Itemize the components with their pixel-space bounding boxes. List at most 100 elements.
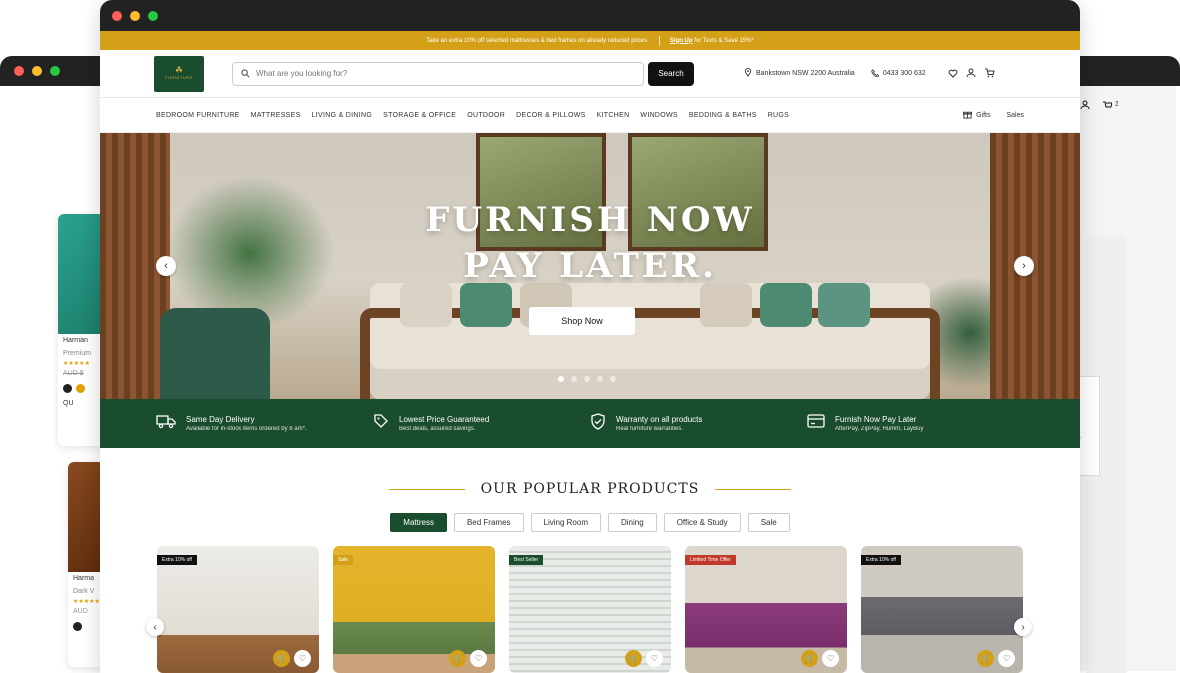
site-logo[interactable]: ☘ FURNITURE bbox=[154, 55, 204, 92]
chevron-left-icon: ‹ bbox=[164, 260, 168, 272]
add-to-cart-button[interactable]: 🛒 bbox=[625, 650, 642, 667]
filter-sale[interactable]: Sale bbox=[747, 513, 790, 532]
products-next-button[interactable]: › bbox=[1014, 618, 1032, 636]
nav-item-rugs[interactable]: RUGS bbox=[768, 112, 789, 119]
shop-now-button[interactable]: Shop Now bbox=[529, 307, 635, 335]
feature-title: Same Day Delivery bbox=[186, 415, 255, 424]
nav-item-mattresses[interactable]: MATTRESSES bbox=[251, 112, 301, 119]
nav-item-decor-pillows[interactable]: DECOR & PILLOWS bbox=[516, 112, 585, 119]
swatch-gold[interactable] bbox=[76, 384, 85, 393]
add-to-cart-button[interactable]: 🛒 bbox=[273, 650, 290, 667]
close-dot[interactable] bbox=[112, 10, 122, 21]
nav-item-kitchen[interactable]: KITCHEN bbox=[597, 112, 630, 119]
feature-lowest-price: Lowest Price Guaranteed Best deals, assu… bbox=[373, 413, 590, 434]
swatch-black[interactable] bbox=[63, 384, 72, 393]
add-to-cart-button[interactable]: 🛒 bbox=[449, 650, 466, 667]
wishlist-button[interactable]: ♡ bbox=[470, 650, 487, 667]
nav-sales[interactable]: Sales bbox=[1006, 112, 1024, 119]
location-text: Bankstown NSW 2200 Australia bbox=[756, 70, 855, 77]
maximize-dot[interactable] bbox=[148, 10, 158, 21]
ghost-product-card[interactable]: Harman Premium ★★★★★ AUD $ QU bbox=[58, 214, 104, 446]
user-icon[interactable] bbox=[966, 65, 976, 83]
ghost-product-card[interactable]: Harma Dark V ★★★★★ AUD bbox=[68, 462, 104, 667]
filter-bed-frames[interactable]: Bed Frames bbox=[453, 513, 524, 532]
nav-gifts[interactable]: Gifts bbox=[963, 110, 990, 121]
store-phone[interactable]: 0433 300 632 bbox=[871, 68, 926, 79]
store-location[interactable]: Bankstown NSW 2200 Australia bbox=[744, 68, 855, 79]
ghost-product-image bbox=[68, 462, 104, 572]
feature-title: Furnish Now Pay Later bbox=[835, 415, 917, 424]
hero-title-line-1: FURNISH NOW bbox=[425, 200, 755, 240]
hero-carousel-dots bbox=[558, 376, 616, 382]
search-button[interactable]: Search bbox=[648, 61, 694, 86]
credit-card-icon bbox=[807, 414, 825, 433]
shield-check-icon bbox=[590, 412, 606, 435]
product-card[interactable]: Extra 10% off 🛒 ♡ bbox=[861, 546, 1023, 673]
carousel-dot[interactable] bbox=[584, 376, 590, 382]
nav-item-living-dining[interactable]: LIVING & DINING bbox=[312, 112, 373, 119]
filter-dining[interactable]: Dining bbox=[608, 513, 657, 532]
search-box bbox=[232, 61, 644, 86]
popular-title: OUR POPULAR PRODUCTS bbox=[480, 481, 700, 497]
nav-item-windows[interactable]: WINDOWS bbox=[640, 112, 677, 119]
nav-item-outdoor[interactable]: OUTDOOR bbox=[467, 112, 505, 119]
feature-pay-later: Furnish Now Pay Later AfterPay, ZipPay, … bbox=[807, 414, 1024, 433]
chevron-right-icon: › bbox=[1021, 621, 1025, 633]
carousel-dot[interactable] bbox=[597, 376, 603, 382]
swatch-black[interactable] bbox=[73, 622, 82, 631]
product-card[interactable]: Limited Time Offer 🛒 ♡ bbox=[685, 546, 847, 673]
header-icons bbox=[948, 65, 995, 83]
heading-divider bbox=[388, 488, 465, 490]
signup-tail: for Texts & Save 15%* bbox=[694, 37, 754, 44]
nav-item-bedding-baths[interactable]: BEDDING & BATHS bbox=[689, 112, 757, 119]
nav-item-storage-office[interactable]: STORAGE & OFFICE bbox=[383, 112, 456, 119]
wishlist-button[interactable]: ♡ bbox=[646, 650, 663, 667]
hero-pillow bbox=[818, 283, 870, 327]
products-prev-button[interactable]: ‹ bbox=[146, 618, 164, 636]
site-header: ☘ FURNITURE Search Bankstown NSW 2200 Au… bbox=[100, 50, 1080, 98]
product-card[interactable]: Extra 10% off 🛒 ♡ bbox=[157, 546, 319, 673]
ghost-rating: ★★★★★ bbox=[73, 599, 100, 605]
product-badge: Extra 10% off bbox=[861, 555, 901, 565]
carousel-dot[interactable] bbox=[610, 376, 616, 382]
phone-icon bbox=[871, 68, 880, 79]
user-icon[interactable] bbox=[1080, 100, 1090, 113]
heart-icon[interactable] bbox=[948, 65, 958, 83]
add-to-cart-button[interactable]: 🛒 bbox=[801, 650, 818, 667]
filter-office-study[interactable]: Office & Study bbox=[663, 513, 741, 532]
cart-count: 2 bbox=[1115, 101, 1119, 108]
filter-mattress[interactable]: Mattress bbox=[390, 513, 447, 532]
hero-next-button[interactable]: › bbox=[1014, 256, 1034, 276]
feature-subtitle: Best deals, assured savings. bbox=[399, 426, 476, 432]
ghost-price: AUD bbox=[73, 608, 88, 615]
wishlist-button[interactable]: ♡ bbox=[294, 650, 311, 667]
heading-divider bbox=[715, 488, 792, 490]
hero-pillow bbox=[700, 283, 752, 327]
nav-item-bedroom-furniture[interactable]: BEDROOM FURNITURE bbox=[156, 112, 240, 119]
carousel-dot[interactable] bbox=[558, 376, 564, 382]
wishlist-button[interactable]: ♡ bbox=[998, 650, 1015, 667]
cart-icon[interactable] bbox=[984, 65, 995, 83]
logo-word: FURNITURE bbox=[165, 75, 193, 80]
add-to-cart-button[interactable]: 🛒 bbox=[977, 650, 994, 667]
hero-prev-button[interactable]: ‹ bbox=[156, 256, 176, 276]
ghost-rating: ★★★★★ bbox=[63, 361, 90, 367]
carousel-dot[interactable] bbox=[571, 376, 577, 382]
popular-heading: OUR POPULAR PRODUCTS bbox=[100, 481, 1080, 497]
filter-living-room[interactable]: Living Room bbox=[530, 513, 601, 532]
minimize-dot bbox=[32, 66, 42, 76]
product-card[interactable]: Sale 🛒 ♡ bbox=[333, 546, 495, 673]
chevron-right-icon: › bbox=[1022, 260, 1026, 272]
feature-title: Lowest Price Guaranteed bbox=[399, 415, 490, 424]
cart-icon[interactable]: 2 bbox=[1102, 100, 1118, 113]
ghost-swatches bbox=[58, 380, 104, 397]
minimize-dot[interactable] bbox=[130, 10, 140, 21]
wishlist-button[interactable]: ♡ bbox=[822, 650, 839, 667]
product-card[interactable]: Best Seller 🛒 ♡ bbox=[509, 546, 671, 673]
signup-link[interactable]: Sign Up bbox=[670, 38, 693, 44]
feature-same-day-delivery: Same Day Delivery Available for in-stock… bbox=[156, 413, 373, 434]
hero-pillow bbox=[460, 283, 512, 327]
search-input[interactable] bbox=[256, 69, 626, 78]
phone-number: 0433 300 632 bbox=[882, 70, 926, 77]
hero-banner: FURNISH NOW PAY LATER. Shop Now ‹ › bbox=[100, 133, 1080, 399]
